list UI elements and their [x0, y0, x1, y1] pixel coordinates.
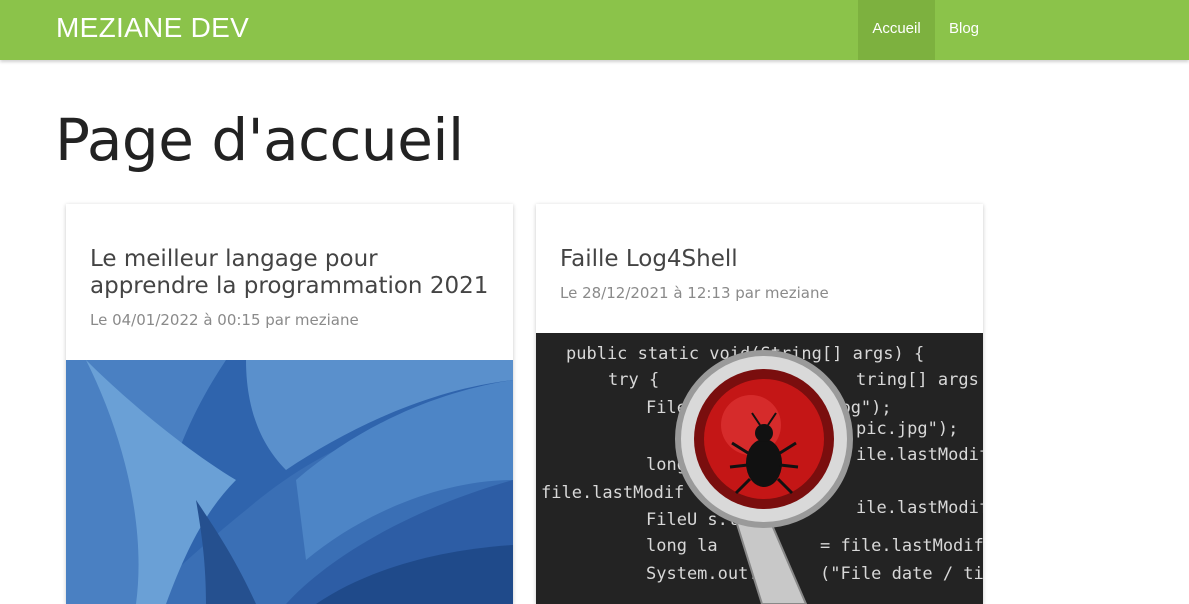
site-brand[interactable]: MEZIANE DEV	[56, 12, 249, 44]
code-line: ile.lastModifie	[856, 445, 983, 465]
code-line: ile.lastModif	[856, 498, 983, 518]
post-thumbnail-bug-magnifier[interactable]: public static void(String[] args) { try …	[536, 333, 983, 604]
top-navbar: MEZIANE DEV Accueil Blog	[0, 0, 1189, 60]
post-meta: Le 04/01/2022 à 00:15 par meziane	[90, 311, 359, 329]
code-line: = file.lastModified	[820, 536, 983, 556]
post-thumbnail-abstract-blue[interactable]	[66, 360, 513, 604]
code-line: file.lastModif	[541, 483, 684, 503]
page-title: Page d'accueil	[55, 106, 464, 174]
nav-link-accueil[interactable]: Accueil	[858, 0, 935, 60]
code-line: long la	[646, 536, 718, 556]
code-line: try {	[608, 370, 659, 390]
abstract-blue-image	[66, 360, 513, 604]
post-title[interactable]: Faille Log4Shell	[560, 246, 960, 273]
post-title[interactable]: Le meilleur langage pour apprendre la pr…	[90, 246, 490, 300]
code-line: pic.jpg");	[856, 419, 958, 439]
code-line: ("File date / tim	[820, 564, 983, 584]
post-card[interactable]: Faille Log4Shell Le 28/12/2021 à 12:13 p…	[536, 204, 983, 604]
bug-magnifier-image: public static void(String[] args) { try …	[536, 333, 983, 604]
code-line: tring[] args	[856, 370, 979, 390]
nav-link-blog[interactable]: Blog	[935, 0, 993, 60]
post-meta: Le 28/12/2021 à 12:13 par meziane	[560, 284, 829, 302]
post-card[interactable]: Le meilleur langage pour apprendre la pr…	[66, 204, 513, 604]
